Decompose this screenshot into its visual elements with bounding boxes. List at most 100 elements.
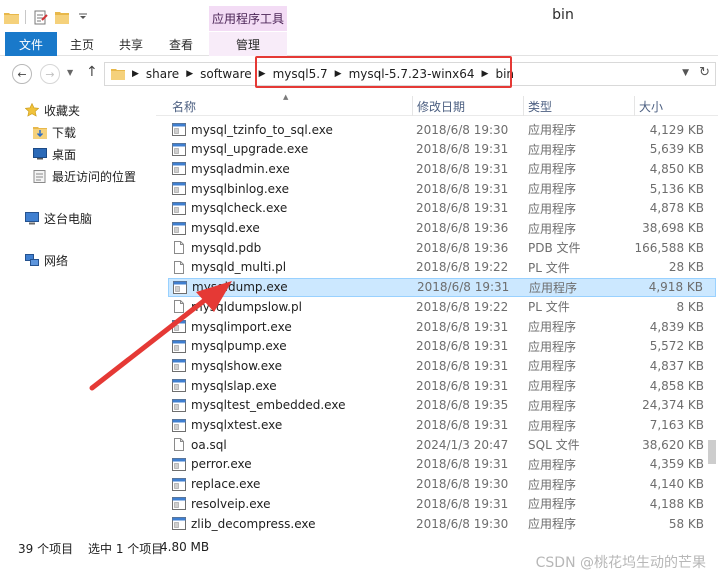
file-date: 2018/6/8 19:31 [416,201,509,216]
toolbar-separator [25,10,26,24]
breadcrumb-separator-icon[interactable]: ▶ [186,69,193,79]
table-row[interactable]: mysqlslap.exe 2018/6/8 19:31 应用程序 4,858 KB [168,376,716,395]
file-date: 2018/6/8 19:36 [416,221,509,235]
nav-item-recent-places[interactable]: 最近访问的位置 [32,166,136,186]
file-type: 应用程序 [528,497,577,512]
properties-icon [34,10,48,24]
file-name: mysqltest_embedded.exe [191,398,346,413]
table-row-selected[interactable]: mysqldump.exe 2018/6/8 19:31 应用程序 4,918 KB [168,277,716,297]
table-row[interactable]: mysqldumpslow.pl 2018/6/8 19:22 PL 文件 8 KB [168,297,716,316]
file-date: 2018/6/8 19:31 [416,358,509,373]
table-row[interactable]: mysqltest_embedded.exe 2018/6/8 19:35 应用程序… [168,396,716,415]
table-row[interactable]: mysqlxtest.exe 2018/6/8 19:31 应用程序 7,163 KB [168,416,716,435]
new-folder-button[interactable] [53,8,71,26]
status-item-count: 39 个项目 [18,542,74,556]
back-button[interactable]: ← [12,64,32,84]
file-size: 4,188 KB [649,496,704,511]
application-icon [173,280,187,294]
file-size: 24,374 KB [642,398,704,413]
file-type: PL 文件 [528,300,570,315]
nav-item-this-pc[interactable]: 这台电脑 [24,208,92,228]
arrow-up-icon: ↑ [86,64,98,80]
watermark: CSDN @桃花坞生动的芒果 [535,555,706,571]
nav-item-desktop[interactable]: 桌面 [32,144,76,164]
file-type: 应用程序 [528,457,577,472]
nav-item-network[interactable]: 网络 [24,250,68,270]
breadcrumb-software[interactable]: software [200,67,252,81]
file-name: perror.exe [191,457,252,472]
application-icon [172,201,186,215]
file-type: PDB 文件 [528,241,581,256]
file-name: mysqlshow.exe [191,358,283,373]
refresh-button[interactable]: ↻ [699,65,710,80]
contextual-tab-group: 应用程序工具 [209,6,287,31]
download-folder-icon [32,125,48,139]
file-type: 应用程序 [528,142,577,157]
nav-item-downloads[interactable]: 下载 [32,122,76,142]
tab-home[interactable]: 主页 [63,32,101,56]
table-row[interactable]: mysqlimport.exe 2018/6/8 19:31 应用程序 4,839 K… [168,317,716,336]
column-header-size[interactable]: 大小 [634,96,716,116]
table-row[interactable]: mysql_upgrade.exe 2018/6/8 19:31 应用程序 5,639… [168,140,716,159]
nav-item-label: 下载 [52,125,77,140]
file-name: oa.sql [191,437,227,452]
file-type: SQL 文件 [528,438,580,453]
file-size: 4,839 KB [649,319,704,334]
arrow-left-icon: ← [17,67,27,81]
nav-item-label: 网络 [44,253,69,268]
tab-manage[interactable]: 管理 [209,32,287,56]
breadcrumb-share[interactable]: share [146,67,179,81]
file-date: 2018/6/8 19:22 [416,299,509,314]
refresh-icon: ↻ [699,65,710,80]
table-row[interactable]: replace.exe 2018/6/8 19:30 应用程序 4,140 KB [168,475,716,494]
file-size: 4,359 KB [649,457,704,472]
properties-button[interactable] [32,8,50,26]
column-header-date[interactable]: 修改日期 [412,96,524,116]
tab-file[interactable]: 文件 [5,32,57,56]
column-header-type[interactable]: 类型 [523,96,633,116]
application-icon [172,221,186,235]
table-row[interactable]: mysqld_multi.pl 2018/6/8 19:22 PL 文件 28 KB [168,258,716,277]
file-name: mysqlslap.exe [191,378,277,393]
customize-toolbar-button[interactable] [74,8,92,26]
tab-view[interactable]: 查看 [162,32,200,56]
table-row[interactable]: mysql_tzinfo_to_sql.exe 2018/6/8 19:30 应用程… [168,120,716,139]
desktop-icon [32,147,48,161]
file-size: 5,136 KB [649,181,704,196]
file-type: PL 文件 [528,260,570,275]
table-row[interactable]: mysqld.exe 2018/6/8 19:36 应用程序 38,698 KB [168,219,716,238]
arrow-right-icon: → [45,67,55,81]
file-name: mysqld.pdb [191,240,262,255]
table-row[interactable]: mysqlshow.exe 2018/6/8 19:31 应用程序 4,837 KB [168,356,716,375]
breadcrumb-separator-icon[interactable]: ▶ [132,69,139,79]
file-name: zlib_decompress.exe [191,516,316,531]
address-history-dropdown[interactable]: ▼ [682,68,689,78]
up-button[interactable]: ↑ [86,64,98,80]
table-row[interactable]: mysqlcheck.exe 2018/6/8 19:31 应用程序 4,878 KB [168,199,716,218]
file-size: 8 KB [676,299,704,314]
nav-item-favorites[interactable]: 收藏夹 [24,100,80,120]
file-size: 166,588 KB [634,240,704,255]
application-icon [172,142,186,156]
file-type: 应用程序 [528,398,577,413]
table-row[interactable]: perror.exe 2018/6/8 19:31 应用程序 4,359 KB [168,455,716,474]
file-icon [174,260,184,274]
recent-locations-button[interactable]: ▼ [67,68,73,77]
file-list: ▲ 名称 修改日期 类型 大小 mysql_tzinfo_to_sql.exe 2… [156,92,718,536]
table-row[interactable]: mysqladmin.exe 2018/6/8 19:31 应用程序 4,850 KB [168,159,716,178]
table-row[interactable]: resolveip.exe 2018/6/8 19:31 应用程序 4,188 KB [168,494,716,513]
file-name: mysqlimport.exe [191,319,292,334]
table-row[interactable]: mysqld.pdb 2018/6/8 19:36 PDB 文件 166,588 KB [168,238,716,257]
vertical-scrollbar-thumb[interactable] [708,440,716,464]
file-icon [174,241,184,255]
application-icon [172,182,186,196]
tab-share[interactable]: 共享 [112,32,150,56]
table-row[interactable]: oa.sql 2024/1/3 20:47 SQL 文件 38,620 KB [168,435,716,454]
table-row[interactable]: zlib_decompress.exe 2018/6/8 19:30 应用程序 58 … [168,514,716,533]
file-name: mysqlxtest.exe [191,418,283,432]
file-date: 2018/6/8 19:30 [416,477,509,492]
table-row[interactable]: mysqlbinlog.exe 2018/6/8 19:31 应用程序 5,136 K… [168,179,716,198]
column-header-name[interactable]: 名称 [168,96,410,116]
table-row[interactable]: mysqlpump.exe 2018/6/8 19:31 应用程序 5,572 KB [168,337,716,356]
forward-button[interactable]: → [40,64,60,84]
